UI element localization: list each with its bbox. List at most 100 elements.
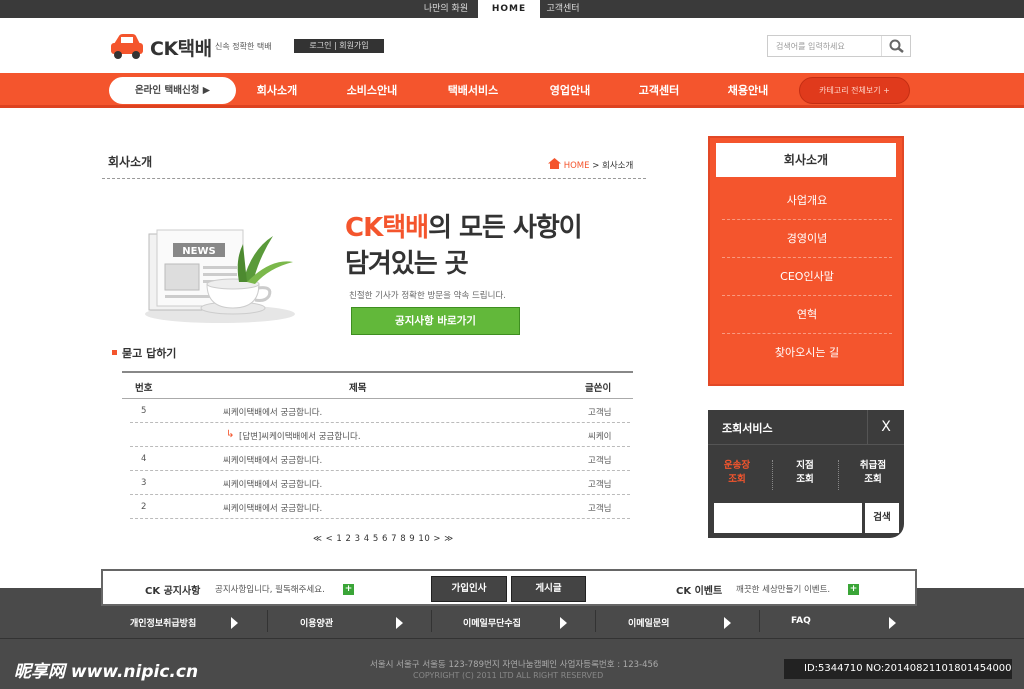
footer-link-email-inquiry[interactable]: 이메일문의 [628, 616, 669, 629]
footer-notice-text[interactable]: 공지사항입니다, 필독해주세요. [215, 583, 325, 595]
row-writer: 고객님 [588, 456, 612, 466]
footer-separator [267, 610, 268, 632]
sidebar-item-ceo[interactable]: CEO인사말 [722, 258, 892, 296]
row-no: 2 [141, 502, 147, 512]
sidebar-item-directions[interactable]: 찾아오시는 길 [722, 334, 892, 372]
plus-icon[interactable]: + [343, 584, 354, 595]
reply-arrow-icon: ↳ [226, 429, 235, 440]
sidebar-item-overview[interactable]: 사업개요 [722, 182, 892, 220]
sidebar-title: 회사소개 [716, 143, 896, 177]
header-no: 번호 [135, 383, 153, 394]
pagination[interactable]: ≪ < 1 2 3 4 5 6 7 8 9 10 > ≫ [313, 534, 454, 544]
breadcrumb-home[interactable]: HOME [564, 161, 590, 171]
qa-bullet [112, 350, 117, 355]
join-greeting-button[interactable]: 가입인사 [431, 576, 507, 602]
row-subject[interactable]: 씨케이택배에서 궁금합니다. [223, 406, 322, 418]
banner-brand: CK택배 [345, 213, 429, 243]
footer-separator [759, 610, 760, 632]
car-logo-icon [111, 34, 143, 59]
page-title: 회사소개 [108, 155, 153, 169]
watermark-id: ID:5344710 NO:20140821101801454000 [784, 659, 1012, 679]
row-writer: 고객님 [588, 480, 612, 490]
lookup-input[interactable] [714, 503, 862, 533]
footer-separator [595, 610, 596, 632]
lookup-branch[interactable]: 지점 조회 [775, 459, 835, 487]
nav-item-recruit[interactable]: 채용안내 [703, 73, 793, 108]
footer-link-terms[interactable]: 이용양관 [300, 616, 333, 629]
newspaper-coffee-illustration [145, 229, 295, 323]
table-row[interactable]: 4 씨케이택배에서 궁금합니다. 고객님 [130, 447, 630, 471]
footer-link-email-policy[interactable]: 이메일무단수집 [463, 616, 521, 629]
lookup-separator [772, 460, 773, 490]
arrow-right-icon [231, 617, 238, 629]
news-label: NEWS [182, 246, 216, 257]
top-link-my-page[interactable]: 나만의 화원 [415, 0, 477, 18]
nav-item-delivery-service[interactable]: 택배서비스 [428, 73, 518, 108]
row-subject[interactable]: [답변]씨케이택배에서 궁금합니다. [239, 430, 361, 442]
search-button[interactable] [881, 36, 911, 56]
nav-item-service-guide[interactable]: 소비스안내 [327, 73, 417, 108]
logo-tagline: 신속 정확한 택배 [215, 42, 272, 51]
row-subject[interactable]: 씨케이택배에서 궁금합니다. [223, 502, 322, 514]
lookup-separator [838, 460, 839, 490]
category-all-button[interactable]: 카테고리 전체보기 + [799, 77, 910, 104]
nav-item-company[interactable]: 회사소개 [232, 73, 322, 108]
sidebar-item-history[interactable]: 연혁 [722, 296, 892, 334]
footer-copyright: COPYRIGHT (C) 2011 LTD ALL RIGHT RESERVE… [413, 671, 604, 680]
top-link-customer[interactable]: 고객센터 [540, 0, 586, 18]
breadcrumb: HOME > 회사소개 [548, 158, 633, 171]
lookup-waybill[interactable]: 운송장 조회 [707, 459, 767, 487]
watermark-text: 昵享网 www.nipic.cn [14, 662, 199, 682]
banner-title: CK택배의 모든 사항이 담겨있는 곳 [345, 210, 583, 282]
footer-separator [431, 610, 432, 632]
footer-address: 서울시 서울구 서울동 123-789번지 자연나눔캠페인 사업자등록번호 : … [370, 660, 659, 670]
lookup-divider [708, 444, 904, 445]
table-header: 번호 제목 글쓴이 [122, 371, 633, 399]
logo-text[interactable]: CK택배 [150, 34, 212, 61]
qa-section-title: 묻고 답하기 [122, 347, 177, 360]
row-subject[interactable]: 씨케이택배에서 궁금합니다. [223, 478, 322, 490]
nav-item-customer[interactable]: 고객센터 [614, 73, 704, 108]
footer-link-privacy[interactable]: 개인정보취급방침 [130, 616, 196, 629]
table-row[interactable]: 3 씨케이택배에서 궁금합니다. 고객님 [130, 471, 630, 495]
row-writer: 씨케이 [588, 432, 612, 442]
footer-notice-label: CK 공지사항 [145, 586, 201, 597]
header-subject: 제목 [349, 383, 367, 394]
notice-shortcut-button[interactable]: 공지사항 바로가기 [351, 307, 520, 335]
table-row[interactable]: ↳ [답변]씨케이택배에서 궁금합니다. 씨케이 [130, 423, 630, 447]
arrow-right-icon [396, 617, 403, 629]
search-icon [889, 39, 904, 53]
top-link-home[interactable]: HOME [478, 0, 540, 19]
breadcrumb-separator: > [592, 161, 600, 171]
footer-event-label: CK 이벤트 [676, 586, 723, 597]
search-input[interactable]: 검색어를 입력하세요 [776, 41, 845, 52]
nav-item-business[interactable]: 영업안내 [525, 73, 615, 108]
table-row[interactable]: 5 씨케이택배에서 궁금합니다. 고객님 [130, 399, 630, 423]
row-writer: 고객님 [588, 408, 612, 418]
qa-table: 번호 제목 글쓴이 5 씨케이택배에서 궁금합니다. 고객님 ↳ [답변]씨케이… [122, 371, 633, 519]
footer-link-faq[interactable]: FAQ [791, 616, 811, 626]
close-icon[interactable]: X [867, 410, 904, 444]
breadcrumb-current: 회사소개 [602, 161, 634, 171]
footer-event-text[interactable]: 깨끗한 세상만들기 이벤트. [736, 583, 830, 595]
row-no: 4 [141, 454, 147, 464]
table-row[interactable]: 2 씨케이택배에서 궁금합니다. 고객님 [130, 495, 630, 519]
lookup-agency[interactable]: 취급점 조회 [843, 459, 903, 487]
lookup-search-button[interactable]: 검색 [865, 503, 899, 533]
row-writer: 고객님 [588, 504, 612, 514]
arrow-right-icon [560, 617, 567, 629]
row-no: 3 [141, 478, 147, 488]
sidebar-item-philosophy[interactable]: 경영이념 [722, 220, 892, 258]
row-subject[interactable]: 씨케이택배에서 궁금합니다. [223, 454, 322, 466]
arrow-right-icon [724, 617, 731, 629]
lookup-title: 조회서비스 [722, 422, 773, 435]
search-box: 검색어를 입력하세요 [767, 35, 911, 57]
header-writer: 글쓴이 [585, 383, 612, 394]
row-no: 5 [141, 406, 147, 416]
banner-subtitle: 친절한 기사가 정확한 방문을 약속 드립니다. [349, 291, 506, 301]
login-join-link[interactable]: 로그인 | 회원가입 [294, 39, 384, 53]
plus-icon[interactable]: + [848, 584, 859, 595]
online-apply-button[interactable]: 온라인 택배신청 ▶ [109, 77, 236, 104]
title-divider [102, 178, 646, 179]
board-button[interactable]: 게시글 [511, 576, 586, 602]
